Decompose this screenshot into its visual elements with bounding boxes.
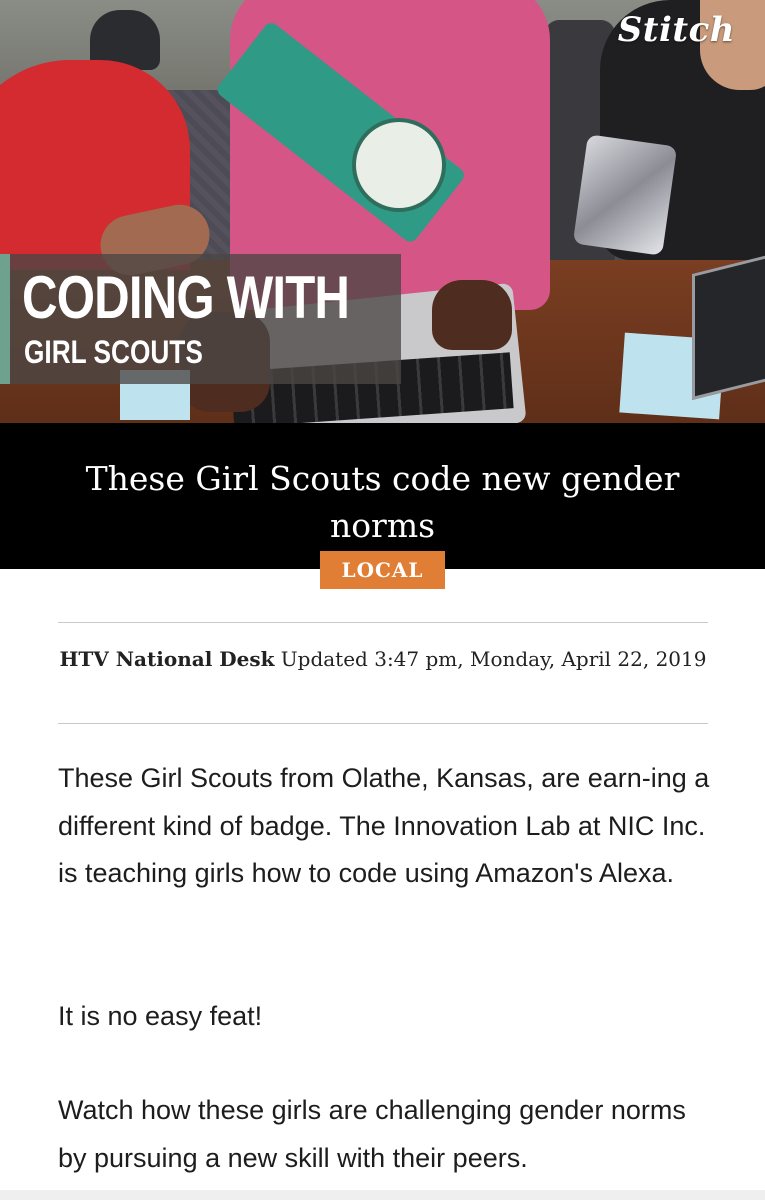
video-title-overlay: CODING WITH GIRL SCOUTS — [0, 254, 401, 384]
girl-scout-badge — [352, 118, 446, 212]
hands — [432, 280, 512, 350]
category-badge[interactable]: LOCAL — [320, 551, 445, 589]
article-paragraph: These Girl Scouts from Olathe, Kansas, a… — [58, 763, 710, 888]
overlay-title-line2: GIRL SCOUTS — [24, 334, 203, 370]
laptop-right — [692, 250, 765, 400]
overlay-accent-bar — [0, 254, 10, 384]
page-bottom-strip — [0, 1190, 765, 1200]
foil-bag — [572, 134, 678, 256]
article-paragraph: It is no easy feat! — [58, 1001, 263, 1031]
stitch-logo: Stitch — [617, 10, 735, 50]
divider-bottom — [58, 723, 708, 724]
article-headline: These Girl Scouts code new gender norms — [85, 459, 680, 545]
article-paragraph: Watch how these girls are challenging ge… — [58, 1095, 686, 1173]
divider-top — [58, 622, 708, 623]
updated-timestamp: Updated 3:47 pm, Monday, April 22, 2019 — [280, 647, 707, 671]
hero-video-thumbnail[interactable]: Stitch CODING WITH GIRL SCOUTS — [0, 0, 765, 423]
byline: HTV National Desk Updated 3:47 pm, Monda… — [58, 643, 708, 675]
overlay-title-line1: CODING WITH — [22, 264, 350, 331]
author-name[interactable]: HTV National Desk — [60, 647, 275, 671]
